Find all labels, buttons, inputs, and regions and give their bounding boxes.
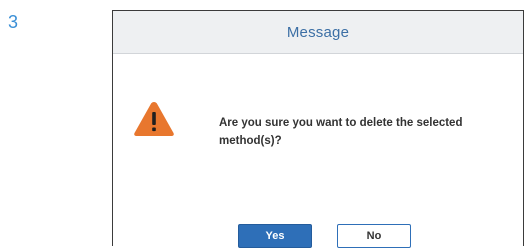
dialog-message: Are you sure you want to delete the sele… [219,117,463,147]
dialog-title: Message [286,23,350,41]
dialog-title-bar: Message [113,11,523,54]
dialog-content: Are you sure you want to delete the sele… [113,54,523,248]
warning-icon [134,102,174,136]
message-dialog: Message Are you sure you want to delete … [112,10,524,248]
no-button[interactable]: No [337,224,411,248]
yes-button[interactable]: Yes [238,224,312,248]
step-number: 3 [8,12,19,32]
